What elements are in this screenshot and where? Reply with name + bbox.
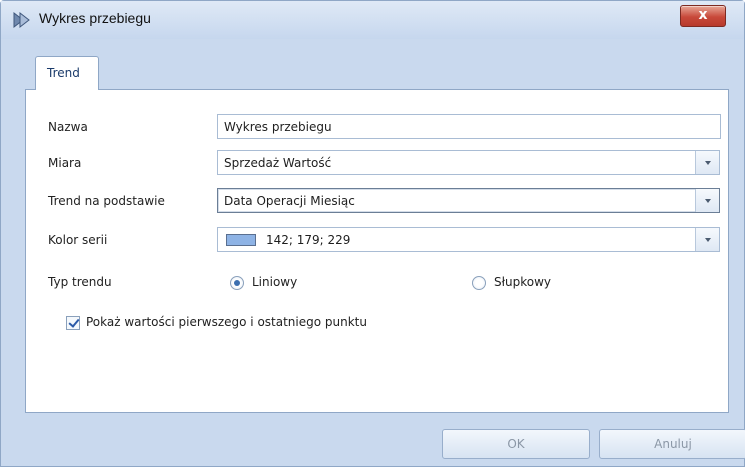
name-label: Nazwa bbox=[48, 120, 88, 134]
radio-bar-label[interactable]: Słupkowy bbox=[494, 275, 551, 289]
measure-select-value: Sprzedaż Wartość bbox=[224, 156, 332, 170]
measure-select[interactable]: Sprzedaż Wartość bbox=[217, 150, 720, 175]
cancel-button[interactable]: Anuluj bbox=[599, 429, 745, 459]
show-points-label[interactable]: Pokaż wartości pierwszego i ostatniego p… bbox=[86, 315, 367, 329]
close-button[interactable]: x bbox=[680, 5, 726, 27]
tab-panel-trend: Nazwa Wykres przebiegu Miara Sprzedaż Wa… bbox=[25, 89, 729, 413]
series-color-label: Kolor serii bbox=[48, 233, 108, 247]
app-icon bbox=[13, 11, 30, 29]
ok-button[interactable]: OK bbox=[442, 429, 590, 459]
trend-basis-select-value: Data Operacji Miesiąc bbox=[224, 194, 355, 208]
title-bar[interactable]: Wykres przebiegu x bbox=[1, 1, 744, 39]
chevron-down-icon[interactable] bbox=[695, 189, 719, 212]
series-color-select[interactable]: 142; 179; 229 bbox=[217, 227, 720, 252]
trend-basis-label: Trend na podstawie bbox=[48, 194, 165, 208]
tab-trend-label: Trend bbox=[47, 66, 80, 80]
name-field-value: Wykres przebiegu bbox=[224, 120, 332, 134]
color-swatch bbox=[226, 234, 256, 246]
radio-linear-label[interactable]: Liniowy bbox=[252, 275, 297, 289]
series-color-value: 142; 179; 229 bbox=[266, 233, 351, 247]
dialog-window: Wykres przebiegu x Trend Nazwa Wykres pr… bbox=[0, 0, 745, 467]
window-title: Wykres przebiegu bbox=[39, 10, 151, 26]
show-points-checkbox[interactable] bbox=[66, 316, 80, 330]
trend-type-label: Typ trendu bbox=[48, 275, 112, 289]
trend-basis-select[interactable]: Data Operacji Miesiąc bbox=[217, 188, 720, 213]
radio-bar[interactable] bbox=[472, 276, 486, 290]
tab-trend[interactable]: Trend bbox=[35, 56, 99, 90]
measure-label: Miara bbox=[48, 156, 82, 170]
chevron-down-icon[interactable] bbox=[695, 228, 719, 251]
name-field[interactable]: Wykres przebiegu bbox=[217, 114, 721, 139]
close-icon: x bbox=[698, 7, 708, 23]
radio-linear[interactable] bbox=[230, 276, 244, 290]
chevron-down-icon[interactable] bbox=[695, 151, 719, 174]
